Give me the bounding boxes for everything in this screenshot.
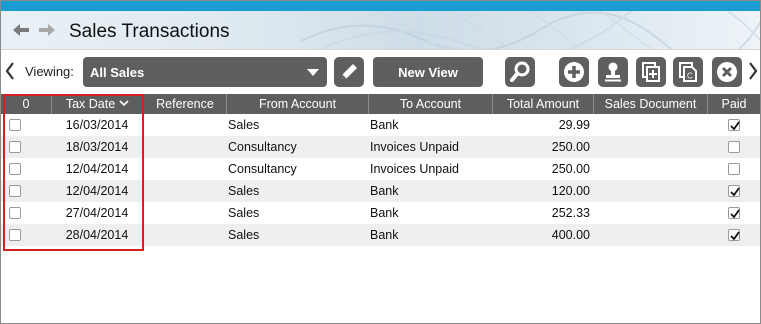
- view-select[interactable]: All Sales: [83, 57, 327, 87]
- table-row[interactable]: 27/04/2014 Sales Bank 252.33: [1, 202, 760, 224]
- scroll-left-chevron-icon[interactable]: [5, 62, 15, 80]
- cell-from-account: Sales: [228, 228, 260, 242]
- cell-to-account: Bank: [370, 206, 399, 220]
- paid-checkbox[interactable]: [728, 229, 740, 241]
- stamp-icon: [605, 62, 621, 82]
- column-header-tax-date[interactable]: Tax Date: [51, 94, 143, 114]
- cell-to-account: Bank: [370, 184, 399, 198]
- add-icon: [564, 62, 584, 82]
- cell-reference: [146, 136, 226, 158]
- cell-reference: [146, 180, 226, 202]
- close-icon: [717, 62, 737, 82]
- row-select-checkbox[interactable]: [9, 207, 21, 219]
- checkmark-icon: [730, 231, 740, 241]
- edit-pencil-icon: [342, 64, 357, 79]
- table-row[interactable]: 28/04/2014 Sales Bank 400.00: [1, 224, 760, 246]
- column-header-to-account[interactable]: To Account: [368, 94, 492, 114]
- copy-c-icon: C: [679, 62, 697, 82]
- cell-from-account: Consultancy: [228, 162, 297, 176]
- cell-sales-document: [595, 136, 707, 158]
- table-row[interactable]: 18/03/2014 Consultancy Invoices Unpaid 250.…: [1, 136, 760, 158]
- view-select-value: All Sales: [90, 65, 145, 80]
- column-header-reference[interactable]: Reference: [143, 94, 226, 114]
- column-header-paid[interactable]: Paid: [707, 94, 760, 114]
- checkmark-icon: [730, 121, 740, 131]
- cell-to-account: Invoices Unpaid: [370, 140, 459, 154]
- stamp-button[interactable]: [598, 57, 628, 87]
- forward-arrow-icon[interactable]: [39, 24, 55, 36]
- cell-sales-document: [595, 202, 707, 224]
- sort-chevron-down-icon: [119, 100, 129, 107]
- title-bar: Sales Transactions: [1, 11, 760, 49]
- scroll-right-chevron-icon[interactable]: [748, 62, 758, 80]
- cell-tax-date: 27/04/2014: [65, 206, 129, 220]
- paid-checkbox[interactable]: [728, 207, 740, 219]
- close-button[interactable]: [712, 57, 742, 87]
- paid-checkbox[interactable]: [728, 141, 740, 153]
- cell-tax-date: 28/04/2014: [65, 228, 129, 242]
- cell-tax-date: 12/04/2014: [65, 162, 129, 176]
- table-row[interactable]: 16/03/2014 Sales Bank 29.99: [1, 114, 760, 136]
- paid-checkbox[interactable]: [728, 163, 740, 175]
- search-button[interactable]: [505, 57, 535, 87]
- cell-to-account: Invoices Unpaid: [370, 162, 459, 176]
- cell-reference: [146, 114, 226, 136]
- edit-view-button[interactable]: [334, 57, 364, 87]
- table-row[interactable]: 12/04/2014 Consultancy Invoices Unpaid 250.…: [1, 158, 760, 180]
- back-arrow-icon[interactable]: [13, 24, 29, 36]
- cell-from-account: Sales: [228, 118, 260, 132]
- cell-from-account: Sales: [228, 184, 260, 198]
- cell-from-account: Consultancy: [228, 140, 297, 154]
- paid-checkbox[interactable]: [728, 119, 740, 131]
- cell-reference: [146, 224, 226, 246]
- copy-add-icon: [642, 62, 660, 82]
- copy-add-button[interactable]: [636, 57, 666, 87]
- new-view-button[interactable]: New View: [373, 57, 483, 87]
- toolbar: Viewing: All Sales New View C: [1, 49, 760, 93]
- cell-sales-document: [595, 180, 707, 202]
- viewing-label: Viewing:: [25, 64, 74, 79]
- cell-tax-date: 18/03/2014: [65, 140, 129, 154]
- row-select-checkbox[interactable]: [9, 141, 21, 153]
- copy-c-button[interactable]: C: [673, 57, 703, 87]
- row-select-checkbox[interactable]: [9, 163, 21, 175]
- table-header: 0 Tax Date Reference From Account To Acc…: [1, 94, 760, 114]
- column-header-total-amount[interactable]: Total Amount: [492, 94, 593, 114]
- search-icon: [510, 61, 530, 82]
- checkmark-icon: [730, 209, 740, 219]
- add-button[interactable]: [559, 57, 589, 87]
- app-window: Sales Transactions Viewing: All Sales Ne…: [0, 0, 761, 324]
- cell-total-amount: 250.00: [551, 140, 590, 154]
- cell-total-amount: 120.00: [551, 184, 590, 198]
- paid-checkbox[interactable]: [728, 185, 740, 197]
- table-row[interactable]: 12/04/2014 Sales Bank 120.00: [1, 180, 760, 202]
- cell-total-amount: 400.00: [551, 228, 590, 242]
- cell-to-account: Bank: [370, 228, 399, 242]
- svg-text:C: C: [687, 72, 693, 81]
- cell-tax-date: 12/04/2014: [65, 184, 129, 198]
- cell-to-account: Bank: [370, 118, 399, 132]
- column-header-tax-date-label: Tax Date: [65, 97, 116, 111]
- cell-sales-document: [595, 158, 707, 180]
- cell-total-amount: 252.33: [551, 206, 590, 220]
- page-title: Sales Transactions: [69, 21, 230, 42]
- checkmark-icon: [730, 187, 740, 197]
- background-pattern: [301, 11, 760, 49]
- cell-total-amount: 250.00: [551, 162, 590, 176]
- column-header-from-account[interactable]: From Account: [226, 94, 368, 114]
- column-header-sales-document[interactable]: Sales Document: [593, 94, 707, 114]
- row-select-checkbox[interactable]: [9, 185, 21, 197]
- cell-from-account: Sales: [228, 206, 260, 220]
- row-select-checkbox[interactable]: [9, 119, 21, 131]
- cell-reference: [146, 158, 226, 180]
- cell-reference: [146, 202, 226, 224]
- row-select-checkbox[interactable]: [9, 229, 21, 241]
- cell-tax-date: 16/03/2014: [65, 118, 129, 132]
- column-header-select[interactable]: 0: [1, 94, 51, 114]
- cell-total-amount: 29.99: [558, 118, 590, 132]
- chevron-down-icon: [307, 69, 319, 76]
- cell-sales-document: [595, 224, 707, 246]
- accent-bar: [1, 1, 760, 11]
- cell-sales-document: [595, 114, 707, 136]
